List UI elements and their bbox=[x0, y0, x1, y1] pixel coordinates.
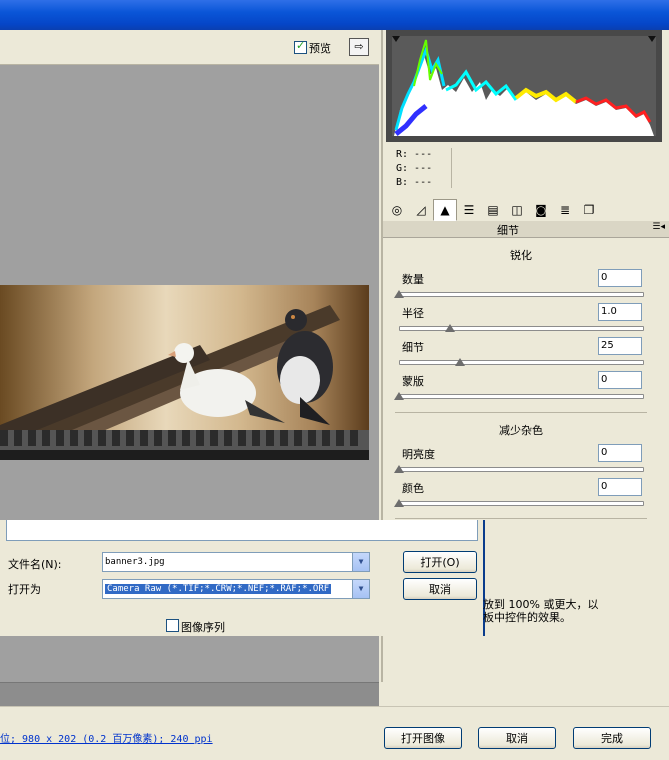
preview-area-lower bbox=[0, 636, 379, 682]
luminance-slider-track[interactable] bbox=[399, 467, 644, 472]
checkmark-icon: ✓ bbox=[296, 39, 306, 52]
red-readout: R: --- bbox=[396, 149, 433, 160]
hsl-icon: ☰ bbox=[463, 203, 475, 217]
color-slider-thumb[interactable] bbox=[394, 499, 404, 507]
preview-checkbox[interactable]: ✓ bbox=[294, 39, 307, 54]
detail-field[interactable]: 25 bbox=[598, 337, 642, 355]
tab-basic[interactable]: ◎ bbox=[385, 199, 409, 221]
lens-icon: ◫ bbox=[511, 203, 523, 217]
presets-icon: ≣ bbox=[559, 203, 571, 217]
detail-slider-track[interactable] bbox=[399, 360, 644, 365]
filename-label: 文件名(N): bbox=[8, 558, 62, 571]
masking-slider-track[interactable] bbox=[399, 394, 644, 399]
done-button[interactable]: 完成 bbox=[573, 727, 651, 749]
filename-value: banner3.jpg bbox=[105, 557, 165, 567]
tab-tone-curve[interactable]: ◿ bbox=[409, 199, 433, 221]
preview-label: 预览 bbox=[309, 42, 331, 55]
hint-line-1: 放到 100% 或更大，以 bbox=[483, 598, 599, 611]
radius-slider-thumb[interactable] bbox=[445, 324, 456, 332]
detail-slider-thumb[interactable] bbox=[454, 358, 465, 366]
dialog-cancel-button[interactable]: 取消 bbox=[403, 578, 477, 600]
hint-text: 放到 100% 或更大，以 板中控件的效果。 bbox=[483, 598, 633, 624]
camera-icon: ◙ bbox=[535, 203, 547, 217]
panel-title: 细节 bbox=[497, 224, 519, 237]
detail-triangle-icon: ▲ bbox=[440, 203, 450, 217]
workflow-options-link[interactable]: 位; 980 x 202 (0.2 百万像素); 240 ppi bbox=[0, 730, 213, 745]
tab-lens[interactable]: ◫ bbox=[505, 199, 529, 221]
image-sequence-checkbox[interactable] bbox=[166, 619, 179, 632]
radius-field[interactable]: 1.0 bbox=[598, 303, 642, 321]
tab-hsl[interactable]: ☰ bbox=[457, 199, 481, 221]
masking-slider-thumb[interactable] bbox=[394, 392, 404, 400]
amount-slider-track[interactable] bbox=[399, 292, 644, 297]
preview-image bbox=[0, 285, 369, 460]
tab-snapshots[interactable]: ❐ bbox=[577, 199, 601, 221]
radius-slider-track[interactable] bbox=[399, 326, 644, 331]
cancel-button[interactable]: 取消 bbox=[478, 727, 556, 749]
radius-label: 半径 bbox=[402, 307, 424, 320]
open-button[interactable]: 打开(O) bbox=[403, 551, 477, 573]
hint-line-2: 板中控件的效果。 bbox=[483, 611, 571, 624]
aperture-icon: ◎ bbox=[391, 203, 403, 217]
panel-tabstrip: ◎ ◿ ▲ ☰ ▤ ◫ ◙ ≣ ❐ bbox=[383, 197, 669, 222]
preview-toolbar: ✓ 预览 ⇨ bbox=[0, 30, 379, 65]
pigeons-image-art bbox=[0, 305, 369, 460]
blue-readout: B: --- bbox=[396, 177, 433, 188]
file-list[interactable] bbox=[6, 520, 478, 541]
amount-label: 数量 bbox=[402, 273, 424, 286]
panel-header: 细节 ☰◂ bbox=[383, 221, 669, 238]
noise-reduction-title: 减少杂色 bbox=[499, 424, 543, 437]
color-field[interactable]: 0 bbox=[598, 478, 642, 496]
amount-slider-thumb[interactable] bbox=[394, 290, 404, 298]
panel-bottom-divider bbox=[395, 518, 647, 519]
open-as-label: 打开为 bbox=[8, 583, 41, 596]
color-label: 颜色 bbox=[402, 482, 424, 495]
curve-icon: ◿ bbox=[416, 203, 426, 217]
chevron-down-icon[interactable]: ▼ bbox=[352, 580, 369, 598]
filename-combo[interactable]: banner3.jpg ▼ bbox=[102, 552, 370, 572]
image-sequence-label: 图像序列 bbox=[181, 621, 225, 634]
panel-menu-icon[interactable]: ☰◂ bbox=[652, 222, 665, 232]
tab-presets[interactable]: ≣ bbox=[553, 199, 577, 221]
tab-detail[interactable]: ▲ bbox=[433, 199, 457, 221]
sharpening-title: 锐化 bbox=[510, 249, 532, 262]
open-image-button[interactable]: 打开图像 bbox=[384, 727, 462, 749]
masking-field[interactable]: 0 bbox=[598, 371, 642, 389]
amount-field[interactable]: 0 bbox=[598, 269, 642, 287]
detail-label: 细节 bbox=[402, 341, 424, 354]
luminance-slider-thumb[interactable] bbox=[394, 465, 404, 473]
tab-camera-calibration[interactable]: ◙ bbox=[529, 199, 553, 221]
split-toning-icon: ▤ bbox=[487, 203, 499, 217]
chevron-down-icon[interactable]: ▼ bbox=[352, 553, 369, 571]
open-as-value: Camera Raw (*.TIF;*.CRW;*.NEF;*.RAF;*.OR… bbox=[105, 584, 332, 594]
readout-divider bbox=[451, 148, 452, 188]
window-title-bar bbox=[0, 0, 669, 30]
color-slider-track[interactable] bbox=[399, 501, 644, 506]
green-readout: G: --- bbox=[396, 163, 433, 174]
masking-label: 蒙版 bbox=[402, 375, 424, 388]
luminance-label: 明亮度 bbox=[402, 448, 435, 461]
rgb-readout: R: --- G: --- B: --- bbox=[396, 148, 456, 190]
luminance-field[interactable]: 0 bbox=[598, 444, 642, 462]
tab-split-toning[interactable]: ▤ bbox=[481, 199, 505, 221]
fullscreen-toggle-icon[interactable]: ⇨ bbox=[349, 38, 369, 56]
section-divider bbox=[395, 412, 647, 413]
zoom-strip bbox=[0, 682, 379, 707]
open-as-combo[interactable]: Camera Raw (*.TIF;*.CRW;*.NEF;*.RAF;*.OR… bbox=[102, 579, 370, 599]
histogram bbox=[386, 30, 662, 142]
snapshots-icon: ❐ bbox=[583, 203, 595, 217]
